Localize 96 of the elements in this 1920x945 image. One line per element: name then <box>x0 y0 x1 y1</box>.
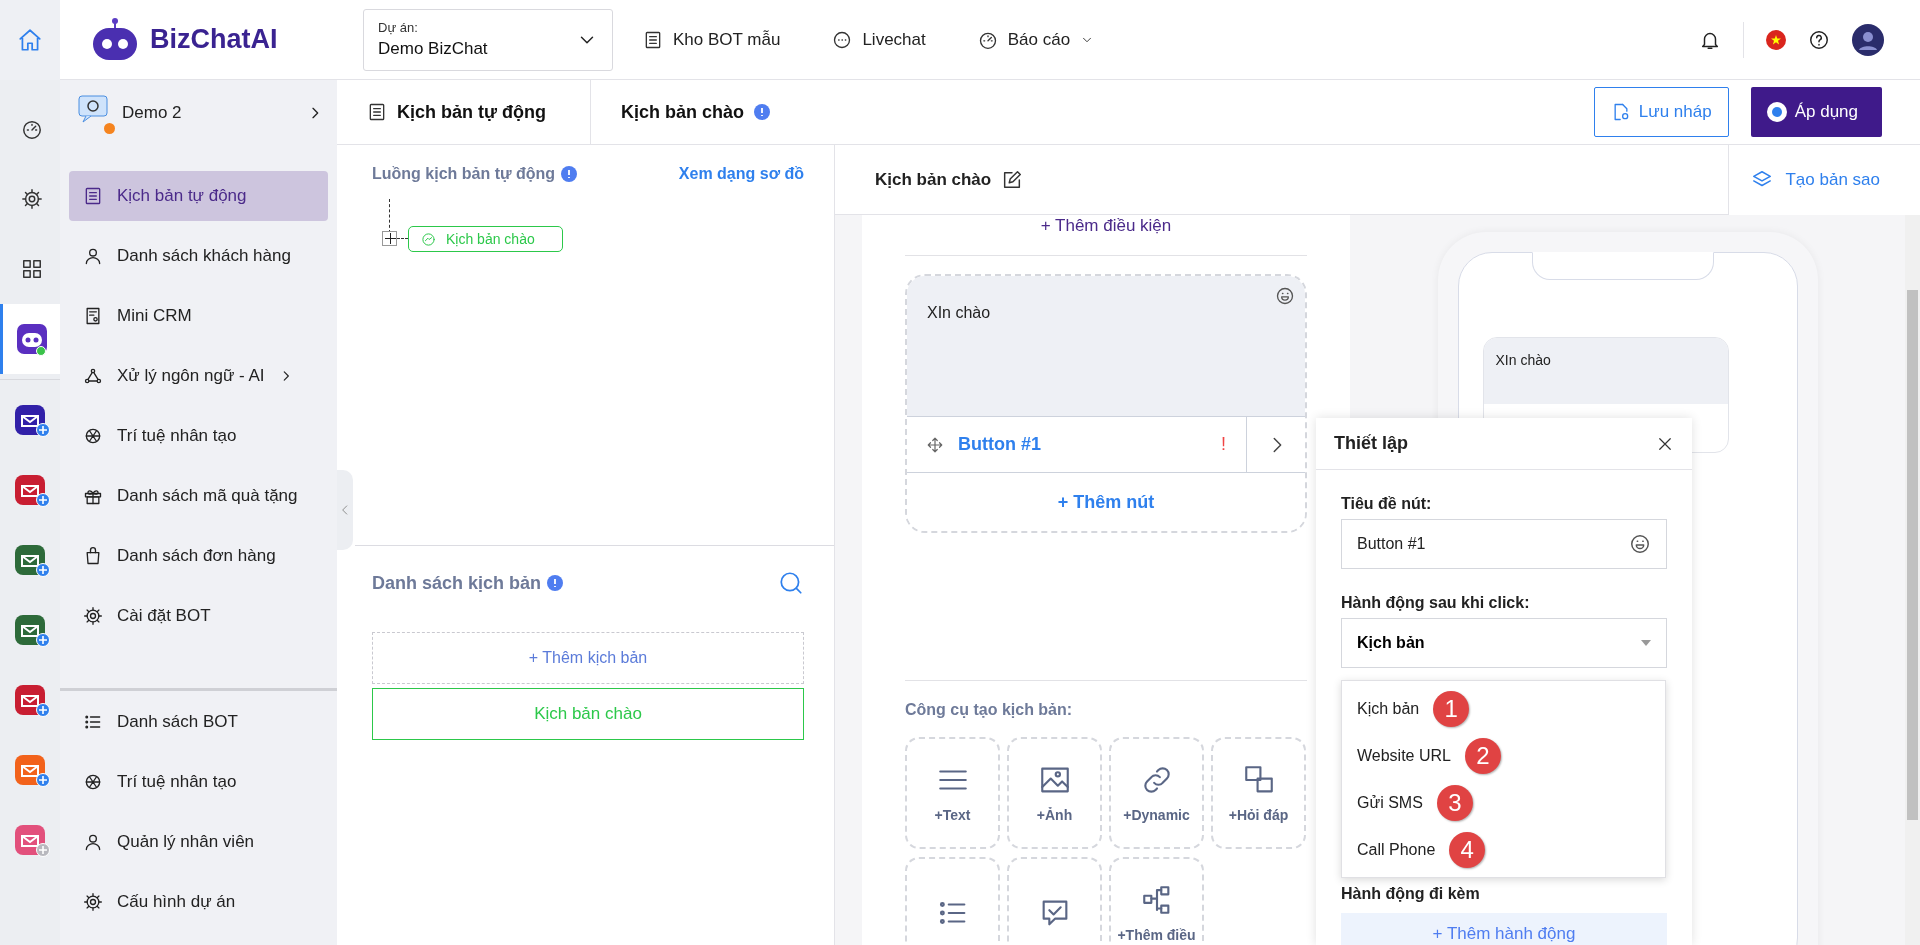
info-icon <box>547 575 564 591</box>
project-select[interactable]: Dự án: Demo BizChat <box>363 8 613 71</box>
tool-button[interactable]: +Hỏi đáp <box>1211 737 1306 849</box>
tools-title: Công cụ tạo kịch bản: <box>905 701 1074 719</box>
bot-selector[interactable]: Demo 2 <box>60 80 337 145</box>
network-icon <box>83 366 103 386</box>
sidebar-item[interactable]: Xử lý ngôn ngữ - AI <box>69 351 328 401</box>
number-badge: 1 <box>1433 690 1470 727</box>
panel-title: Thiết lập <box>1334 433 1408 454</box>
number-badge: 4 <box>1449 831 1486 868</box>
section-title: Luồng kịch bản tự động <box>372 165 556 183</box>
document-icon <box>367 102 387 122</box>
tool-button[interactable] <box>1007 857 1102 945</box>
user-icon <box>83 832 103 852</box>
tool-button[interactable]: +Ảnh <box>1007 737 1102 849</box>
logo-icon <box>90 17 140 62</box>
bot-avatar-icon <box>78 95 110 125</box>
action-select[interactable]: Kịch bản <box>1341 618 1667 668</box>
search-icon <box>778 570 804 596</box>
warning-mark: ! <box>1221 434 1226 455</box>
sidebar-item[interactable]: Mini CRM <box>69 291 328 341</box>
ai-icon <box>83 772 103 792</box>
sidebar-item[interactable]: Danh sách BOT <box>69 697 328 747</box>
preview-message: XIn chào <box>1495 352 1551 368</box>
duplicate-button[interactable]: Tạo bản sao <box>1728 145 1920 215</box>
nav-link[interactable]: Báo cáo <box>977 29 1095 50</box>
edit-icon <box>1001 168 1024 191</box>
sidebar-item[interactable]: Danh sách đơn hàng <box>69 531 328 581</box>
settings-icon <box>83 892 103 912</box>
expand-button[interactable] <box>382 231 397 246</box>
app-logo-icon <box>15 685 45 715</box>
tool-button[interactable]: +Dynamic <box>1109 737 1204 849</box>
section-title: Danh sách kịch bản <box>372 572 542 594</box>
status-dot <box>104 123 115 134</box>
speedometer-icon <box>20 118 43 140</box>
breadcrumb-item[interactable]: Kịch bản tự động <box>337 79 592 145</box>
tool-button[interactable]: +Text <box>905 737 1000 849</box>
settings-icon <box>20 188 43 210</box>
flag-icon <box>1766 29 1786 50</box>
app-logo-icon <box>15 755 45 785</box>
grid-icon <box>20 258 43 280</box>
chat-bubble-icon <box>832 29 853 50</box>
help-icon <box>1808 28 1830 51</box>
number-badge: 3 <box>1436 784 1473 821</box>
sidebar-item[interactable]: Kịch bản tự động <box>69 171 328 221</box>
save-draft-button[interactable]: Lưu nháp <box>1593 87 1729 137</box>
diagram-view-link[interactable]: Xem dạng sơ đồ <box>678 165 804 183</box>
scrollbar[interactable] <box>1905 215 1920 945</box>
app-logo-icon <box>15 545 45 575</box>
field-label: Hành động đi kèm <box>1341 885 1481 903</box>
dropdown-option[interactable]: Gửi SMS 3 <box>1342 779 1665 826</box>
messenger-icon <box>421 231 436 247</box>
emoji-icon <box>1629 533 1651 555</box>
breadcrumb-item[interactable]: Kịch bản chào <box>591 79 801 145</box>
sidebar-item[interactable]: Trí tuệ nhân tạo <box>69 411 328 461</box>
tool-button[interactable]: +Thêm điều <box>1109 857 1204 945</box>
info-icon <box>754 104 771 120</box>
sidebar-item[interactable]: Quản lý nhân viên <box>69 817 328 867</box>
app-logo-icon <box>15 475 45 505</box>
zalo-icon <box>1766 102 1787 122</box>
sidebar-item[interactable]: Trí tuệ nhân tạo <box>69 757 328 807</box>
sidebar-item[interactable]: Cài đặt BOT <box>69 591 328 641</box>
message-text: XIn chào <box>927 304 991 321</box>
add-condition-button[interactable]: + Thêm điều kiện <box>1040 215 1172 255</box>
info-icon <box>561 166 578 182</box>
input-field[interactable]: Button #1 <box>1341 519 1667 569</box>
list-icon <box>83 186 103 206</box>
nav-link[interactable]: Livechat <box>832 29 926 50</box>
settings-icon <box>83 606 103 626</box>
field-label: Tiêu đề nút: <box>1341 494 1433 514</box>
sidebar-item[interactable]: Cấu hình dự án <box>69 877 328 927</box>
dropdown-option[interactable]: Call Phone 4 <box>1342 826 1665 873</box>
emoji-icon <box>1275 286 1295 306</box>
avatar-icon[interactable] <box>1852 23 1884 56</box>
add-script-button[interactable]: + Thêm kịch bản <box>372 632 804 684</box>
apply-button[interactable]: Áp dụng <box>1750 87 1882 137</box>
ai-icon <box>83 426 103 446</box>
app-logo-icon <box>15 615 45 645</box>
user-icon <box>83 246 103 266</box>
online-dot <box>36 346 46 356</box>
brand-name: BizChatAI <box>150 24 278 55</box>
caret-icon <box>1641 640 1651 646</box>
dropdown-option[interactable]: Kịch bản 1 <box>1342 685 1665 732</box>
sidebar-item[interactable]: Danh sách mã quà tặng <box>69 471 328 521</box>
robot-icon <box>16 324 47 354</box>
edit-button[interactable] <box>1001 168 1024 191</box>
nav-link[interactable]: Kho BOT mẫu <box>643 29 781 50</box>
app-logo-icon <box>15 825 45 855</box>
number-badge: 2 <box>1464 737 1501 774</box>
field-label: Hành động sau khi click: <box>1341 593 1531 613</box>
app-logo-icon <box>15 405 45 435</box>
sidebar-item[interactable]: Danh sách khách hàng <box>69 231 328 281</box>
dropdown-option[interactable]: Website URL 2 <box>1342 732 1665 779</box>
move-icon <box>926 435 944 454</box>
script-title: Kịch bản chào <box>875 169 992 190</box>
document-icon <box>643 29 663 50</box>
